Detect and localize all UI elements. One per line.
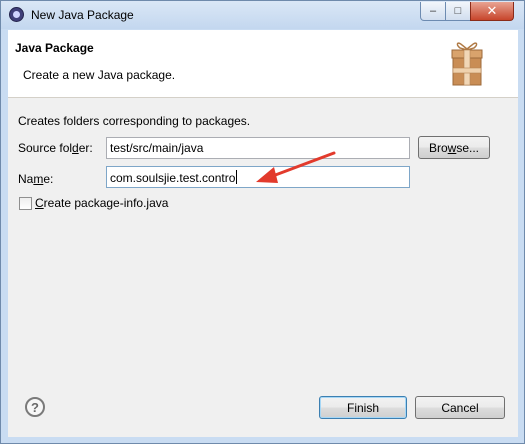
browse-button[interactable]: Bro w se... [418,136,490,159]
package-info-label[interactable]: Create package-info.java [35,196,168,210]
text-caret [236,170,238,184]
name-label: Name: [18,172,54,186]
minimize-button[interactable]: – [420,2,446,21]
wizard-content: Creates folders corresponding to package… [8,98,518,437]
info-text: Creates folders corresponding to package… [18,114,251,128]
title-bar[interactable]: New Java Package – □ ✕ [1,1,524,29]
banner-description: Create a new Java package. [23,68,176,82]
annotation-arrow [256,151,336,183]
package-icon [451,42,483,86]
dialog-window: New Java Package – □ ✕ Java Package Crea… [0,0,525,444]
maximize-icon: □ [454,5,462,17]
eclipse-icon [9,7,24,22]
close-icon: ✕ [486,3,498,18]
source-folder-label: Source folder: [18,141,93,155]
package-name-value: com.soulsjie.test.contro [110,171,236,185]
help-icon[interactable]: ? [25,397,45,417]
package-info-checkbox[interactable] [19,197,32,210]
banner-title: Java Package [15,41,94,55]
maximize-button[interactable]: □ [445,2,471,21]
minimize-icon: – [429,5,437,17]
close-button[interactable]: ✕ [470,2,514,21]
cancel-button[interactable]: Cancel [415,396,505,419]
wizard-banner: Java Package Create a new Java package. [8,30,518,98]
window-title: New Java Package [31,8,134,22]
finish-button[interactable]: Finish [319,396,407,419]
